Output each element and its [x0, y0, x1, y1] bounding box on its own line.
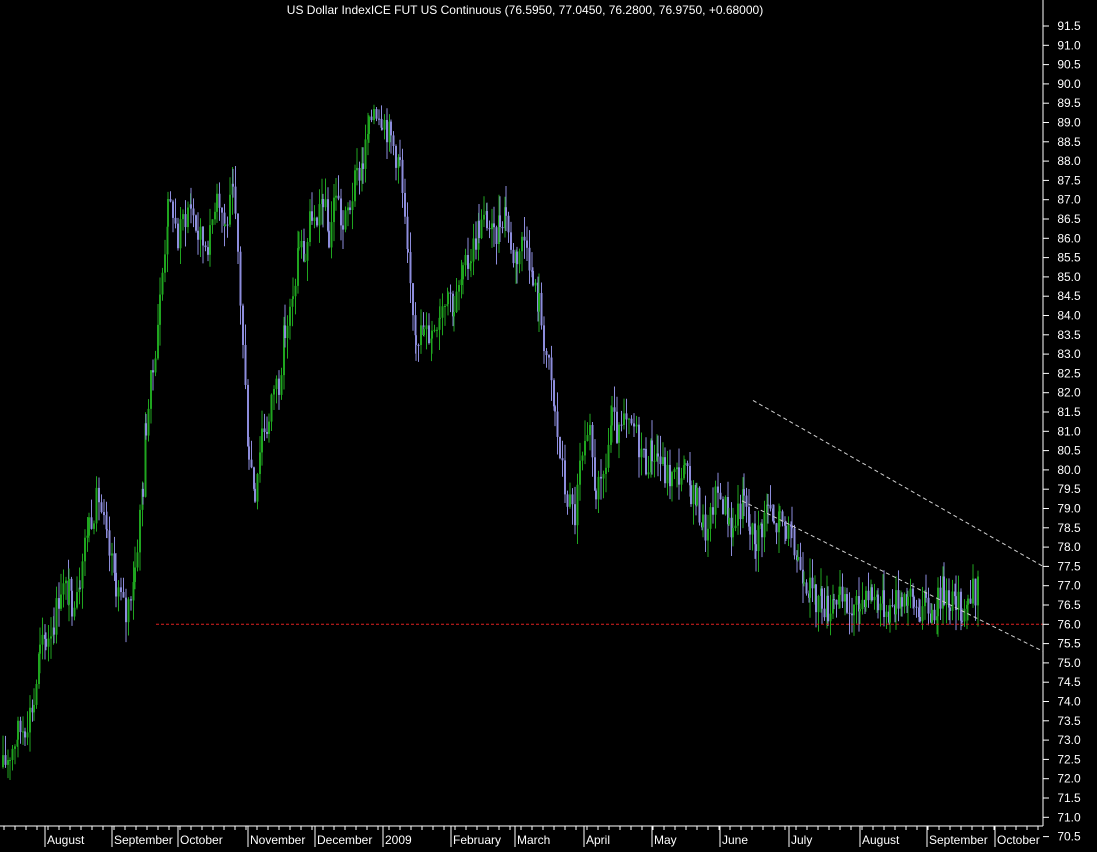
x-tick-label: 2009 [385, 833, 412, 847]
y-tick-label: 87.5 [1057, 173, 1081, 187]
y-tick-label: 83.5 [1057, 328, 1081, 342]
x-tick-label: September [114, 833, 173, 847]
y-tick-label: 77.5 [1057, 559, 1081, 573]
y-tick-label: 73.5 [1057, 714, 1081, 728]
y-tick-label: 86.5 [1057, 212, 1081, 226]
y-tick-label: 71.0 [1057, 810, 1081, 824]
price-bar [247, 379, 249, 447]
x-tick-label: September [929, 833, 988, 847]
y-tick-label: 88.5 [1057, 135, 1081, 149]
y-tick-label: 75.0 [1057, 656, 1081, 670]
y-tick-label: 88.0 [1057, 154, 1081, 168]
y-tick-label: 85.5 [1057, 251, 1081, 265]
y-tick-label: 81.0 [1057, 424, 1081, 438]
y-tick-label: 86.0 [1057, 231, 1081, 245]
y-tick-label: 70.5 [1057, 830, 1081, 844]
y-tick-label: 74.5 [1057, 675, 1081, 689]
y-tick-label: 74.0 [1057, 695, 1081, 709]
chart-background [0, 0, 1097, 847]
y-tick-label: 89.5 [1057, 96, 1081, 110]
y-tick-label: 72.5 [1057, 752, 1081, 766]
y-tick-label: 77.0 [1057, 579, 1081, 593]
x-tick-label: November [250, 833, 305, 847]
y-tick-label: 79.5 [1057, 482, 1081, 496]
price-bar [724, 495, 727, 516]
y-tick-label: 91.0 [1057, 38, 1081, 52]
y-tick-label: 71.5 [1057, 791, 1081, 805]
y-tick-label: 87.0 [1057, 193, 1081, 207]
x-tick-label: March [517, 833, 550, 847]
price-bar [793, 524, 796, 560]
x-tick-label: February [453, 833, 501, 847]
price-bar [698, 486, 701, 526]
y-tick-label: 80.0 [1057, 463, 1081, 477]
y-tick-label: 84.0 [1057, 309, 1081, 323]
x-tick-label: October [997, 833, 1040, 847]
chart: US Dollar IndexICE FUT US Continuous (76… [0, 0, 1097, 847]
chart-title: US Dollar IndexICE FUT US Continuous (76… [287, 3, 763, 17]
price-bar [344, 206, 347, 233]
y-tick-label: 78.0 [1057, 540, 1081, 554]
x-tick-label: June [722, 833, 748, 847]
y-tick-label: 82.5 [1057, 366, 1081, 380]
price-bar [559, 436, 561, 460]
x-tick-label: December [317, 833, 372, 847]
y-tick-label: 73.0 [1057, 733, 1081, 747]
y-tick-label: 83.0 [1057, 347, 1081, 361]
y-tick-label: 90.5 [1057, 58, 1081, 72]
price-bar [354, 164, 356, 207]
y-tick-label: 82.0 [1057, 386, 1081, 400]
y-tick-label: 76.0 [1057, 617, 1081, 631]
x-tick-label: April [586, 833, 610, 847]
y-tick-label: 89.0 [1057, 116, 1081, 130]
y-tick-label: 84.5 [1057, 289, 1081, 303]
chart-svg: US Dollar IndexICE FUT US Continuous (76… [0, 0, 1097, 847]
y-tick-label: 81.5 [1057, 405, 1081, 419]
price-bar [195, 214, 197, 233]
x-tick-label: August [862, 833, 900, 847]
y-tick-label: 85.0 [1057, 270, 1081, 284]
x-tick-label: July [791, 833, 812, 847]
y-tick-label: 90.0 [1057, 77, 1081, 91]
x-tick-label: October [180, 833, 223, 847]
y-tick-label: 72.0 [1057, 772, 1081, 786]
y-tick-label: 75.5 [1057, 637, 1081, 651]
y-tick-label: 78.5 [1057, 521, 1081, 535]
y-tick-label: 80.5 [1057, 444, 1081, 458]
y-tick-label: 91.5 [1057, 19, 1081, 33]
x-tick-label: August [47, 833, 85, 847]
x-tick-label: May [654, 833, 677, 847]
y-tick-label: 79.0 [1057, 502, 1081, 516]
y-tick-label: 76.5 [1057, 598, 1081, 612]
